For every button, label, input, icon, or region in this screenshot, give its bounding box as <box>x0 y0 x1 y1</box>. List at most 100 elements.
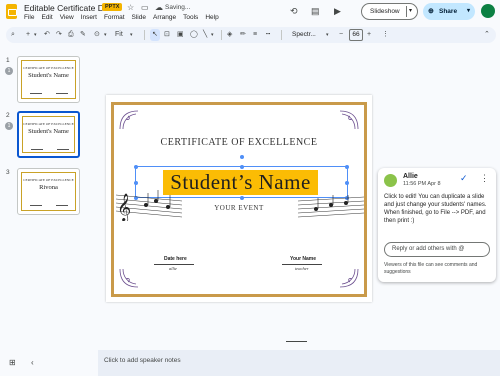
share-label: Share <box>439 8 458 15</box>
corner-ornament-icon <box>339 110 359 130</box>
menu-arrange[interactable]: Arrange <box>153 14 176 21</box>
border-dash-icon[interactable]: ┅ <box>266 29 270 41</box>
line-icon[interactable]: ╲ <box>203 29 207 41</box>
speaker-notes[interactable]: Click to add speaker notes <box>98 350 500 376</box>
increase-font-size-icon[interactable]: + <box>367 29 371 41</box>
menu-view[interactable]: View <box>60 14 74 21</box>
border-color-icon[interactable]: ✏ <box>240 29 246 41</box>
font-size-input[interactable]: 66 <box>349 29 363 41</box>
zoom-fit-label[interactable]: Fit <box>115 29 123 41</box>
text-box-icon[interactable]: ⊡ <box>164 29 170 41</box>
visibility-note: Viewers of this file can see comments an… <box>384 262 478 275</box>
chevron-down-icon[interactable]: ▾ <box>211 29 214 41</box>
decrease-font-size-icon[interactable]: − <box>339 29 343 41</box>
search-menus-icon[interactable]: ⌕ <box>11 29 15 41</box>
comment-timestamp: 11:56 PM Apr 8 <box>403 181 441 187</box>
menu-help[interactable]: Help <box>205 14 218 21</box>
share-button[interactable]: ⊕ Share ▾ <box>423 3 475 20</box>
student-name[interactable]: Student’s Name <box>163 170 318 195</box>
resize-handle[interactable] <box>345 181 349 185</box>
resize-handle[interactable] <box>345 165 349 169</box>
chevron-down-icon[interactable]: ▾ <box>467 3 470 20</box>
thumb-line <box>56 205 68 206</box>
thumb-line <box>30 93 42 94</box>
chevron-down-icon[interactable]: ▾ <box>409 4 412 19</box>
slide-number: 3 <box>6 169 10 176</box>
collapse-panel-icon[interactable]: ‹ <box>31 358 34 367</box>
speaker-notes-placeholder[interactable]: Click to add speaker notes <box>104 357 181 364</box>
cloud-sync-icon: ☁ <box>155 3 163 12</box>
thumb-line <box>30 205 42 206</box>
shape-icon[interactable]: ◯ <box>190 29 198 41</box>
meet-icon[interactable]: ▶ <box>334 6 341 17</box>
certificate-title[interactable]: CERTIFICATE OF EXCELLENCE <box>106 137 372 148</box>
fill-color-icon[interactable]: ◈ <box>227 29 232 41</box>
move-folder-icon[interactable]: ▭ <box>141 3 149 12</box>
save-status: Saving... <box>165 4 191 11</box>
event-text[interactable]: YOUR EVENT <box>106 204 372 212</box>
menu-bar: File Edit View Insert Format Slide Arran… <box>24 14 226 21</box>
chevron-down-icon[interactable]: ▾ <box>34 29 37 41</box>
slide-filmstrip: 1 1 CERTIFICATE OF EXCELLENCE Student's … <box>0 45 96 345</box>
comment-count-badge: 1 <box>5 67 13 75</box>
title-bar: Editable Certificate D PPTX ☆ ▭ ☁ Saving… <box>0 0 500 25</box>
menu-edit[interactable]: Edit <box>41 14 52 21</box>
slide-thumbnail[interactable]: CERTIFICATE OF EXCELLENCE Student's Name <box>17 56 80 103</box>
notes-resize-handle[interactable] <box>286 341 307 342</box>
redo-icon[interactable]: ↷ <box>56 29 62 41</box>
resize-handle[interactable] <box>240 196 244 200</box>
reply-input[interactable]: Reply or add others with @ <box>384 242 490 257</box>
print-icon[interactable]: ⎙ <box>68 29 74 41</box>
date-signature: allie <box>169 266 177 271</box>
thumb-name: Student's Name <box>28 72 69 79</box>
resolve-check-icon[interactable]: ✓ <box>460 173 468 184</box>
corner-ornament-icon <box>119 268 139 288</box>
border-weight-icon[interactable]: ≡ <box>253 29 257 41</box>
comment-card[interactable]: Allie 11:56 PM Apr 8 ✓ ⋮ Click to edit! … <box>378 168 496 282</box>
more-options-icon[interactable]: ⋮ <box>480 173 489 184</box>
menu-file[interactable]: File <box>24 14 34 21</box>
resize-handle[interactable] <box>134 181 138 185</box>
document-title[interactable]: Editable Certificate D <box>24 3 104 13</box>
comment-text: Click to edit! You can duplicate a slide… <box>384 194 487 208</box>
resize-handle[interactable] <box>134 165 138 169</box>
signer-name-label[interactable]: Your Name <box>290 256 316 262</box>
account-avatar[interactable] <box>481 4 495 18</box>
slide-canvas[interactable]: CERTIFICATE OF EXCELLENCE Student’s Name… <box>106 95 372 302</box>
comment-count-badge: 1 <box>5 122 13 130</box>
grid-view-icon[interactable]: ⊞ <box>9 358 16 367</box>
slides-logo-icon[interactable] <box>6 4 17 19</box>
menu-format[interactable]: Format <box>104 14 125 21</box>
corner-ornament-icon <box>119 110 139 130</box>
rotate-handle[interactable] <box>240 155 244 159</box>
chevron-down-icon[interactable]: ▾ <box>326 29 329 41</box>
paint-format-icon[interactable]: ✎ <box>80 29 86 41</box>
signature-line <box>154 264 194 265</box>
resize-handle[interactable] <box>240 165 244 169</box>
comment-text: When finished, go to File --> PDF, and t… <box>384 210 486 224</box>
comments-icon[interactable]: ▤ <box>311 6 320 17</box>
zoom-icon[interactable]: ⊙ <box>94 29 100 41</box>
slide-number: 1 <box>6 57 10 64</box>
chevron-down-icon[interactable]: ▾ <box>130 29 133 41</box>
slide-thumbnail-selected[interactable]: CERTIFICATE OF EXCELLENCE Student's Name <box>17 111 80 158</box>
chevron-down-icon[interactable]: ▾ <box>104 29 107 41</box>
new-slide-icon[interactable]: + <box>26 29 30 41</box>
chevron-up-icon[interactable]: ⌃ <box>484 29 490 41</box>
slideshow-button[interactable]: Slideshow ▾ <box>361 3 418 20</box>
menu-insert[interactable]: Insert <box>81 14 97 21</box>
image-icon[interactable]: ▣ <box>177 29 184 41</box>
menu-tools[interactable]: Tools <box>183 14 198 21</box>
version-history-icon[interactable]: ⟲ <box>290 6 298 17</box>
menu-slide[interactable]: Slide <box>132 14 146 21</box>
star-icon[interactable]: ☆ <box>127 3 134 12</box>
slide-thumbnail[interactable]: CERTIFICATE OF EXCELLENCE Rivona <box>17 168 80 215</box>
more-options-icon[interactable]: ⋮ <box>382 29 389 41</box>
select-tool-icon[interactable]: ↖ <box>150 29 160 41</box>
thumb-line <box>31 149 43 150</box>
date-label[interactable]: Date here <box>164 256 187 262</box>
font-family-select[interactable]: Spectr... <box>292 29 316 41</box>
divider <box>281 30 282 40</box>
undo-icon[interactable]: ↶ <box>44 29 50 41</box>
comment-body: Click to edit! You can duplicate a slide… <box>384 193 492 225</box>
